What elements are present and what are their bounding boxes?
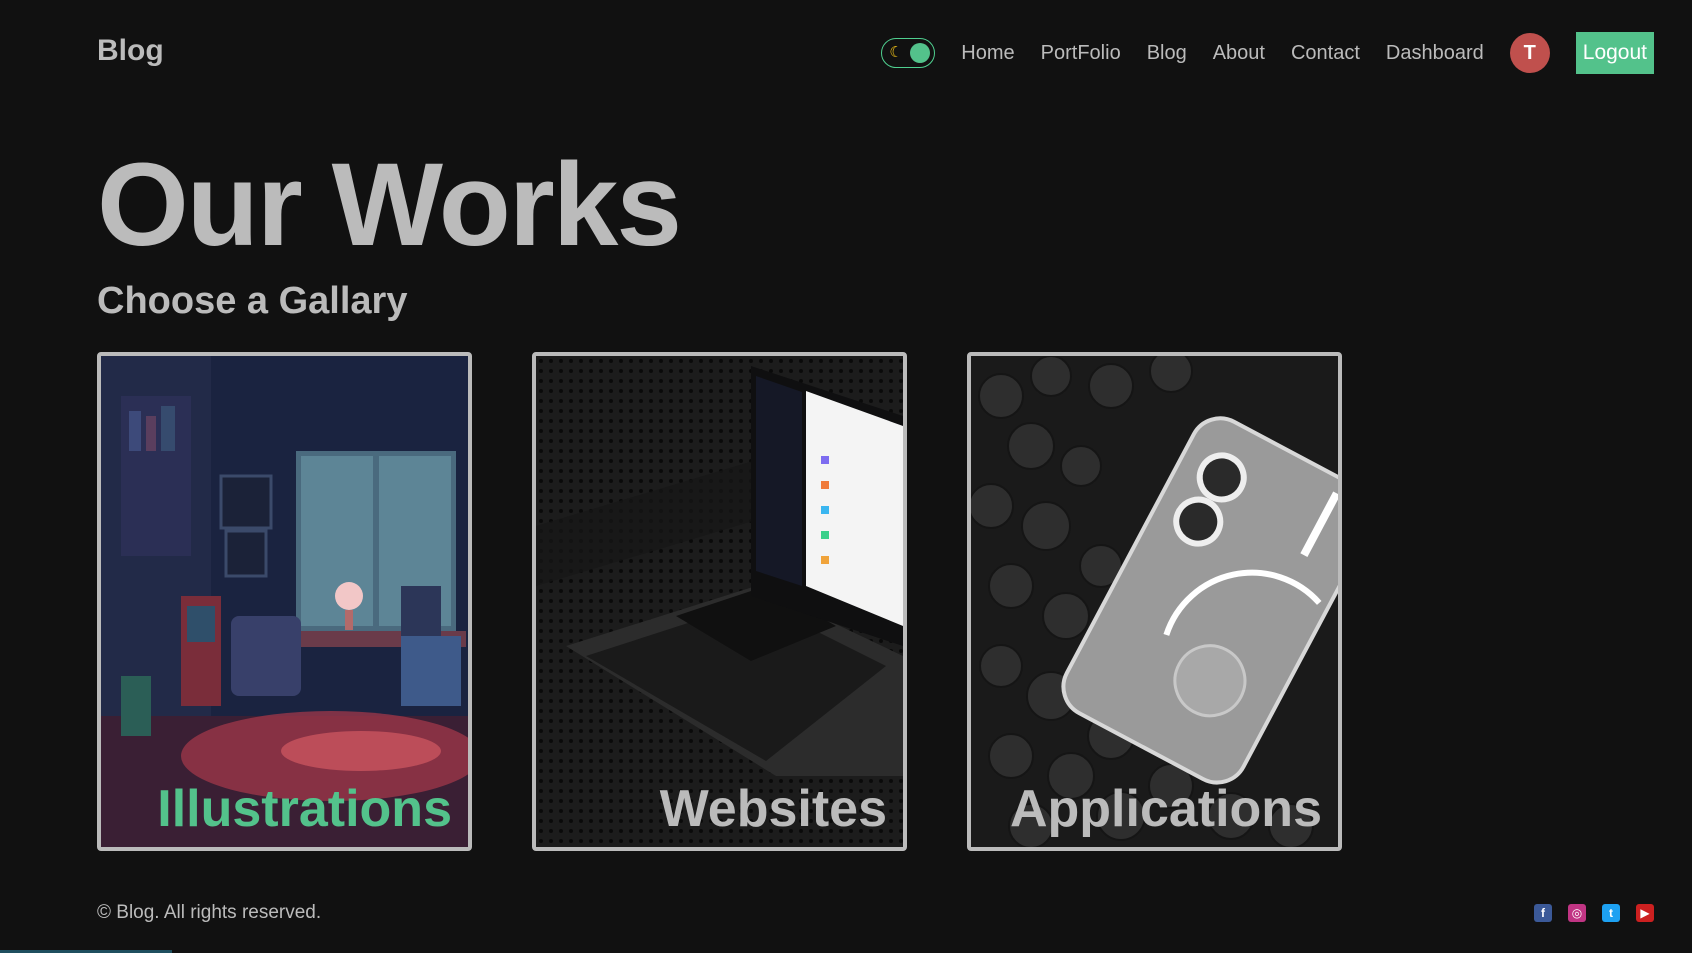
instagram-icon[interactable]: ◎ [1568, 904, 1586, 922]
card-label-websites: Websites [659, 780, 887, 838]
nav-link-blog[interactable]: Blog [1147, 42, 1187, 65]
nav-link-contact[interactable]: Contact [1291, 42, 1360, 65]
logout-button[interactable]: Logout [1575, 32, 1654, 74]
social-links: f ◎ t ▶ [1534, 904, 1654, 922]
gallery-card-applications[interactable]: Applications [967, 352, 1342, 851]
card-label-illustrations: Illustrations [157, 780, 452, 838]
navbar: Blog ☾ Home PortFolio Blog About Contact… [0, 0, 1692, 106]
page-title: Our Works [97, 139, 682, 271]
footer-copyright: © Blog. All rights reserved. [97, 902, 322, 923]
avatar[interactable]: T [1509, 33, 1550, 73]
youtube-icon[interactable]: ▶ [1636, 904, 1654, 922]
site-logo[interactable]: Blog [97, 34, 164, 68]
nav-link-about[interactable]: About [1213, 42, 1265, 65]
gallery-card-websites[interactable]: Websites [532, 352, 907, 851]
twitter-icon[interactable]: t [1602, 904, 1620, 922]
nav-link-dashboard[interactable]: Dashboard [1386, 42, 1484, 65]
pixel-art-room-illustration [101, 356, 468, 847]
card-label-applications: Applications [1009, 780, 1322, 838]
nav-link-portfolio[interactable]: PortFolio [1041, 42, 1121, 65]
moon-icon: ☾ [889, 44, 903, 61]
gallery-card-illustrations[interactable]: Illustrations [97, 352, 472, 851]
theme-toggle[interactable]: ☾ [881, 38, 936, 68]
laptop-website-photo [536, 356, 903, 847]
toggle-knob [910, 43, 931, 63]
page-subtitle: Choose a Gallary [97, 280, 408, 322]
nav-link-home[interactable]: Home [961, 42, 1014, 65]
facebook-icon[interactable]: f [1534, 904, 1552, 922]
nav-right: ☾ Home PortFolio Blog About Contact Dash… [881, 32, 1654, 74]
phone-on-foam-photo [971, 356, 1338, 847]
